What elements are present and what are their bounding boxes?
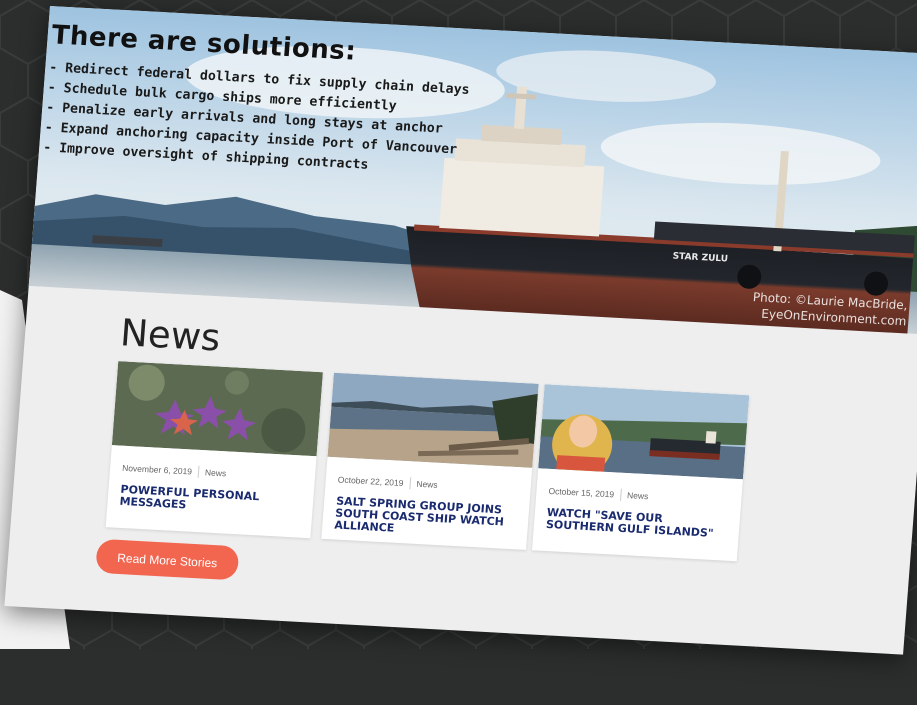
- card-date: October 22, 2019: [337, 474, 404, 488]
- sea-stars-thumbnail[interactable]: [111, 361, 323, 457]
- news-heading: News: [118, 311, 222, 360]
- read-more-stories-button[interactable]: Read More Stories: [95, 538, 240, 581]
- card-meta: November 6, 2019 News: [122, 462, 316, 484]
- card-title[interactable]: SALT SPRING GROUP JOINS SOUTH COAST SHIP…: [334, 494, 517, 541]
- card-title[interactable]: POWERFUL PERSONAL MESSAGES: [119, 483, 302, 518]
- card-date: October 15, 2019: [548, 485, 615, 500]
- meta-divider: [197, 465, 200, 478]
- card-meta: October 22, 2019 News: [337, 473, 531, 495]
- news-card[interactable]: November 6, 2019 News POWERFUL PERSONAL …: [105, 361, 323, 539]
- web-page: STAR ZULU There are solutions: - Redirec…: [4, 6, 917, 655]
- news-card[interactable]: October 15, 2019 News WATCH "SAVE OUR SO…: [532, 384, 750, 562]
- card-meta: October 15, 2019 News: [548, 485, 742, 507]
- card-title[interactable]: WATCH "SAVE OUR SOUTHERN GULF ISLANDS": [546, 506, 729, 541]
- meta-divider: [619, 488, 622, 501]
- meta-divider: [408, 477, 411, 490]
- hero-text-block: There are solutions: - Redirect federal …: [42, 20, 473, 181]
- hero-banner: STAR ZULU There are solutions: - Redirec…: [28, 6, 917, 335]
- news-card[interactable]: October 22, 2019 News SALT SPRING GROUP …: [321, 372, 539, 550]
- card-category[interactable]: News: [205, 467, 227, 478]
- card-date: November 6, 2019: [121, 462, 193, 477]
- website-screen: STAR ZULU There are solutions: - Redirec…: [1, 6, 917, 705]
- beach-driftwood-thumbnail[interactable]: [327, 372, 539, 468]
- card-category[interactable]: News: [627, 490, 649, 501]
- card-category[interactable]: News: [416, 479, 438, 490]
- video-girl-ship-thumbnail[interactable]: [538, 384, 750, 480]
